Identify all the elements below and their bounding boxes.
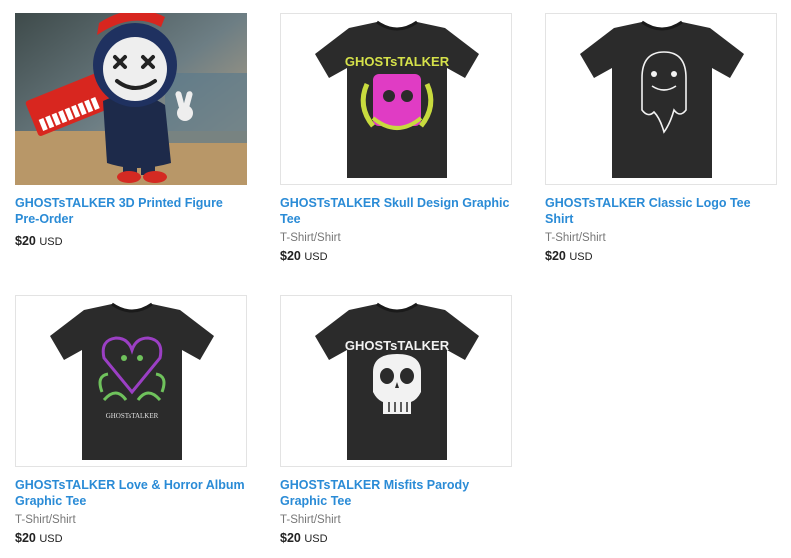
product-title-link[interactable]: GHOSTsTALKER 3D Printed Figure Pre-Order: [15, 195, 247, 227]
product-image[interactable]: [545, 13, 777, 185]
price-amount: $20: [15, 531, 36, 545]
misfits-parody-tee: GHOSTsTALKER: [315, 302, 479, 460]
price-currency: USD: [39, 533, 63, 545]
skull-design-tee: GHOSTsTALKER: [315, 20, 479, 178]
product-image[interactable]: GHOSTsTALKER: [280, 13, 512, 185]
product-price: $20 USD: [545, 249, 593, 263]
figure-photo: [15, 13, 247, 185]
product-image[interactable]: GHOSTsTALKER: [15, 295, 247, 467]
tee-print-text: GHOSTsTALKER: [345, 54, 450, 69]
price-amount: $20: [545, 249, 566, 263]
price-amount: $20: [280, 531, 301, 545]
product-price: $20 USD: [15, 531, 63, 545]
price-amount: $20: [280, 249, 301, 263]
tee-print-text: GHOSTsTALKER: [345, 338, 450, 353]
love-horror-tee: GHOSTsTALKER: [50, 302, 214, 460]
price-currency: USD: [569, 251, 593, 263]
classic-logo-tee: [580, 20, 744, 178]
product-title-link[interactable]: GHOSTsTALKER Skull Design Graphic Tee: [280, 195, 512, 227]
product-title-link[interactable]: GHOSTsTALKER Misfits Parody Graphic Tee: [280, 477, 512, 509]
product-price: $20 USD: [15, 234, 63, 248]
price-currency: USD: [304, 533, 328, 545]
product-price: $20 USD: [280, 249, 328, 263]
product-title-link[interactable]: GHOSTsTALKER Love & Horror Album Graphic…: [15, 477, 247, 509]
product-category: T-Shirt/Shirt: [15, 514, 76, 526]
product-category: T-Shirt/Shirt: [280, 232, 341, 244]
price-amount: $20: [15, 234, 36, 248]
tee-print-text: GHOSTsTALKER: [106, 412, 159, 420]
product-category: T-Shirt/Shirt: [545, 232, 606, 244]
price-currency: USD: [39, 236, 63, 248]
product-price: $20 USD: [280, 531, 328, 545]
product-image[interactable]: GHOSTsTALKER: [280, 295, 512, 467]
product-title-link[interactable]: GHOSTsTALKER Classic Logo Tee Shirt: [545, 195, 777, 227]
price-currency: USD: [304, 251, 328, 263]
product-category: T-Shirt/Shirt: [280, 514, 341, 526]
product-image[interactable]: [15, 13, 247, 185]
